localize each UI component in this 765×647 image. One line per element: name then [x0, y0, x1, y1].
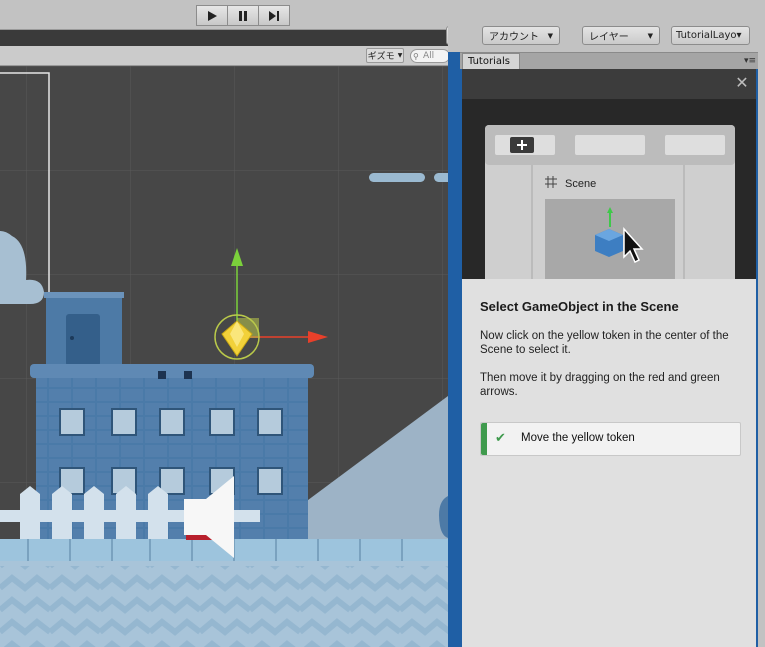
- tutorial-tab-bar: Tutorials ▾≡: [460, 52, 758, 70]
- window-right-edge: [758, 16, 765, 647]
- layout-dropdown[interactable]: TutorialLayo▾: [671, 26, 750, 45]
- chevron-down-icon: ▼: [397, 52, 403, 59]
- scene-canvas[interactable]: [0, 66, 448, 647]
- chevron-down-icon: ▼: [547, 31, 553, 40]
- search-icon: ⚲: [413, 52, 419, 61]
- attic-door[interactable]: [66, 314, 100, 366]
- tutorial-title: Select GameObject in the Scene: [480, 299, 679, 314]
- layers-dropdown[interactable]: レイヤー ▼: [582, 26, 660, 45]
- scene-search-placeholder: All: [423, 51, 435, 61]
- tutorial-illustration: Scene: [462, 99, 756, 279]
- tutorial-window: Tutorials ▾≡ ✕ Scene Select GameObject i…: [448, 16, 765, 647]
- gizmos-dropdown[interactable]: ギズモ ▼: [366, 48, 404, 63]
- floating-platform-2[interactable]: [434, 173, 448, 182]
- pause-icon: [239, 10, 247, 21]
- play-icon: [208, 10, 217, 21]
- unity-editor: ギズモ ▼ ⚲ All Tutorials ▾≡ ✕ Scene Select …: [0, 0, 765, 647]
- scene-view-header: ギズモ ▼ ⚲ All: [0, 46, 448, 66]
- account-label: アカウント: [489, 32, 539, 43]
- tutorial-panel: ✕ Scene Select GameObject in the Scene N…: [462, 69, 756, 647]
- account-dropdown[interactable]: アカウント ▼: [482, 26, 560, 45]
- tutorial-instruction-2: Then move it by dragging on the red and …: [480, 372, 720, 398]
- task-label: Move the yellow token: [521, 432, 635, 444]
- task-status-bar: [481, 423, 487, 455]
- playback-controls: [196, 5, 290, 26]
- step-button[interactable]: [258, 5, 290, 26]
- pause-button[interactable]: [227, 5, 259, 26]
- illustration-scene-label: Scene: [565, 178, 596, 190]
- tutorial-body: Select GameObject in the Scene Now click…: [462, 279, 756, 647]
- window-menu-icon[interactable]: ▾≡: [744, 56, 756, 66]
- step-icon: [269, 10, 279, 21]
- close-icon[interactable]: ✕: [734, 75, 750, 91]
- tutorial-task-item[interactable]: ✔ Move the yellow token: [480, 422, 741, 456]
- gizmos-label: ギズモ: [367, 52, 395, 62]
- tutorial-instruction-1: Now click on the yellow token in the cen…: [480, 330, 729, 356]
- tab-tutorials[interactable]: Tutorials: [462, 53, 520, 70]
- checkmark-icon: ✔: [495, 431, 506, 446]
- floating-platform[interactable]: [369, 173, 425, 182]
- chevron-down-icon: ▼: [647, 31, 653, 40]
- scene-search-input[interactable]: ⚲ All: [410, 49, 448, 63]
- layout-label: TutorialLayo▾: [676, 30, 742, 41]
- play-button[interactable]: [196, 5, 228, 26]
- layers-label: レイヤー: [589, 32, 629, 43]
- scene-view[interactable]: ギズモ ▼ ⚲ All: [0, 46, 448, 647]
